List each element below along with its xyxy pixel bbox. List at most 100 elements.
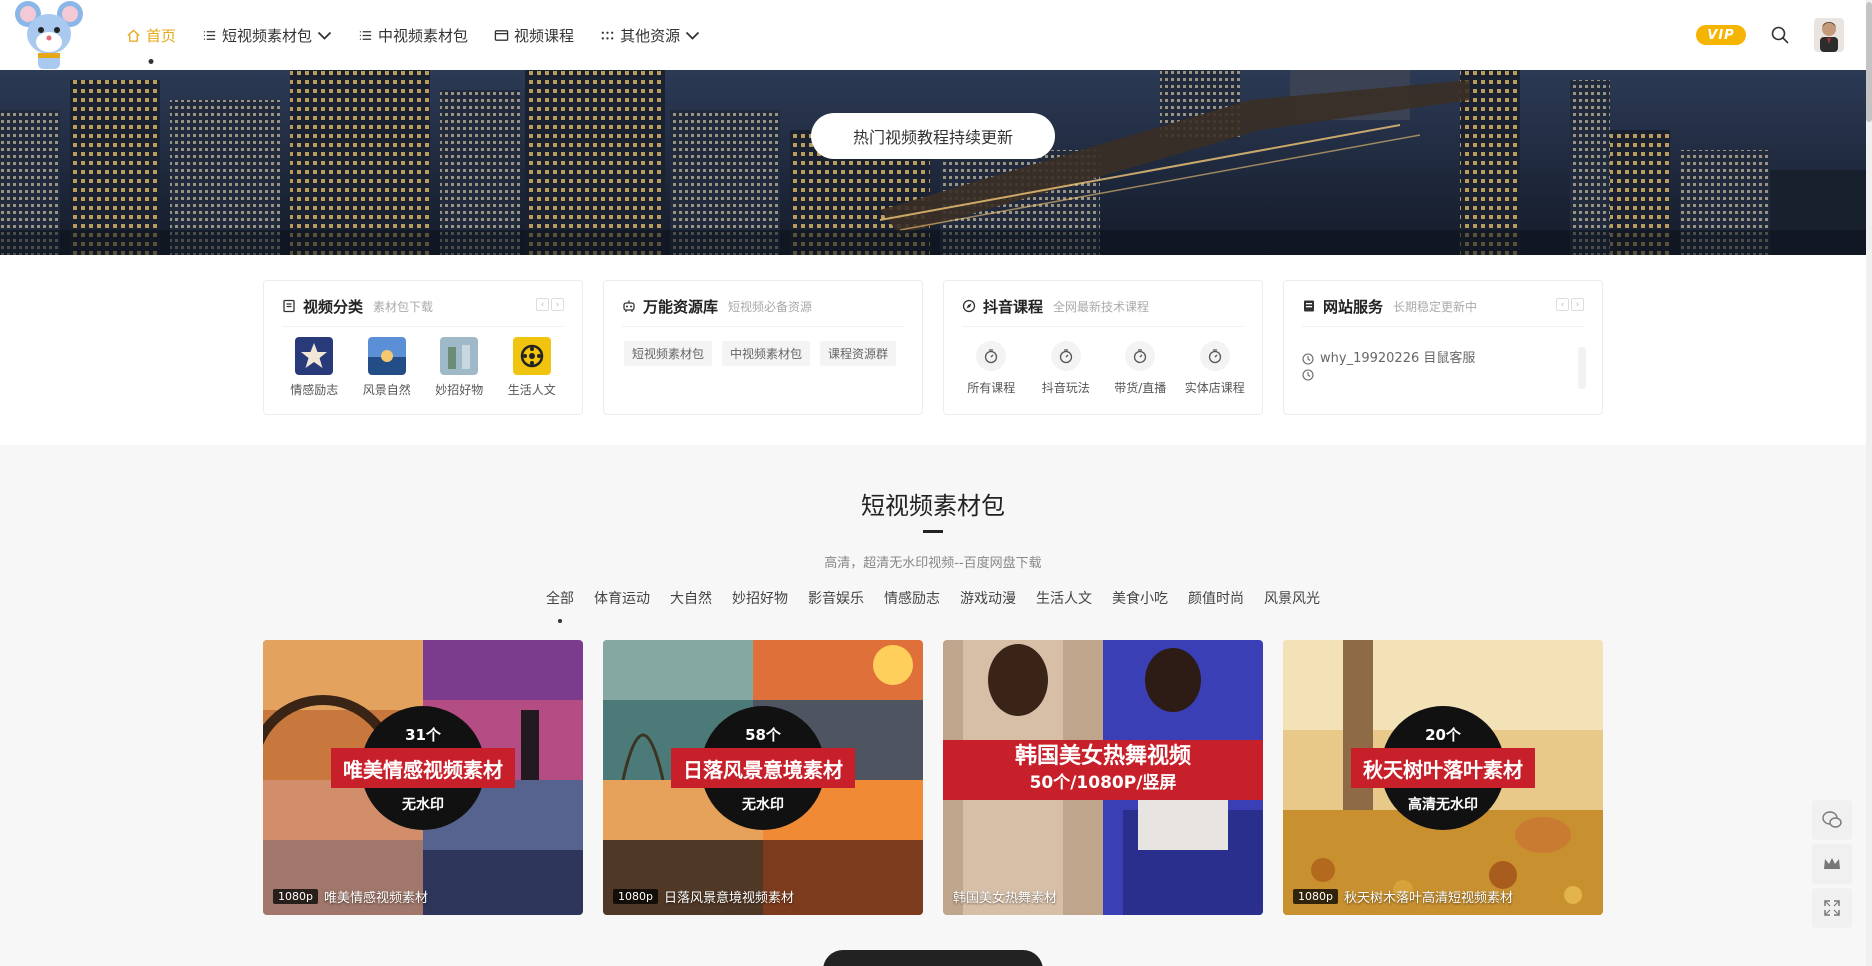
material-card[interactable]: 31个 无水印 唯美情感视频素材 1080p 唯美情感视频素材 bbox=[263, 640, 583, 915]
course-live-sales[interactable]: 带货/直播 bbox=[1105, 341, 1175, 396]
material-card[interactable]: 20个 高清无水印 秋天树叶落叶素材 1080p 秋天树木落叶高清短视频素材 bbox=[1283, 640, 1603, 915]
promo-count: 58个 bbox=[745, 726, 781, 744]
nav-home-label: 首页 bbox=[146, 26, 177, 45]
mouse-logo[interactable] bbox=[12, 0, 90, 72]
nav-home[interactable]: 首页 bbox=[126, 25, 176, 46]
resolution-badge: 1080p bbox=[273, 889, 318, 904]
material-title: 日落风景意境视频素材 bbox=[663, 891, 794, 906]
promo-tagline: 高清无水印 bbox=[1408, 797, 1478, 813]
video-category-card: 视频分类 素材包下载 ‹ › 情感励志 风景自然 妙招好物 生活人文 bbox=[263, 280, 583, 415]
category-life[interactable]: 生活人文 bbox=[500, 337, 564, 398]
category-nature[interactable]: 风景自然 bbox=[355, 337, 419, 398]
section-subtitle: 高清，超清无水印视频--百度网盘下载 bbox=[824, 556, 1042, 571]
category-gadgets[interactable]: 妙招好物 bbox=[427, 337, 491, 398]
nav-mid-video-label: 中视频素材包 bbox=[378, 26, 469, 45]
window-icon bbox=[494, 29, 509, 41]
lake-thumb bbox=[367, 337, 406, 375]
vip-crown-button[interactable] bbox=[1812, 844, 1852, 884]
home-icon bbox=[127, 28, 140, 42]
search-icon[interactable] bbox=[1770, 25, 1790, 45]
file-icon bbox=[1304, 300, 1314, 312]
course-label: 带货/直播 bbox=[1114, 381, 1167, 395]
nav-courses[interactable]: 视频课程 bbox=[494, 25, 574, 46]
material-card[interactable]: 韩国美女热舞视频 50个/1080P/竖屏 韩国美女热舞素材 bbox=[943, 640, 1263, 915]
timer-icon bbox=[1050, 341, 1081, 371]
promo-headline: 唯美情感视频素材 bbox=[331, 748, 515, 788]
promo-headline: 日落风景意境素材 bbox=[671, 748, 855, 788]
card-pager: ‹ › bbox=[1556, 298, 1584, 311]
scrollbar-thumb[interactable] bbox=[1866, 2, 1872, 122]
card-pager: ‹ › bbox=[536, 298, 564, 311]
material-title: 秋天树木落叶高清短视频素材 bbox=[1343, 891, 1513, 906]
chevron-right-icon[interactable]: › bbox=[551, 298, 564, 311]
filter-emotion[interactable]: 情感励志 bbox=[884, 588, 940, 608]
course-label: 抖音玩法 bbox=[1041, 381, 1090, 395]
timer-icon bbox=[1199, 341, 1230, 371]
clock-icon bbox=[1302, 369, 1314, 381]
promo-headline: 秋天树叶落叶素材 bbox=[1351, 748, 1535, 788]
list-icon bbox=[203, 30, 216, 40]
filter-nature[interactable]: 大自然 bbox=[670, 588, 712, 608]
promo-count: 20个 bbox=[1425, 726, 1461, 744]
list-icon bbox=[359, 30, 372, 40]
filter-entertainment[interactable]: 影音娱乐 bbox=[808, 588, 864, 608]
nav-short-video-label: 短视频素材包 bbox=[222, 26, 313, 45]
course-label: 实体店课程 bbox=[1184, 381, 1245, 395]
tag-course-group[interactable]: 课程资源群 bbox=[820, 341, 897, 366]
avatar[interactable] bbox=[1814, 18, 1844, 52]
hot-tutorials-button[interactable]: 热门视频教程持续更新 bbox=[811, 113, 1055, 159]
wechat-icon bbox=[1822, 811, 1842, 828]
category-emotion[interactable]: 情感励志 bbox=[282, 337, 346, 398]
vip-badge[interactable]: VIP bbox=[1696, 25, 1746, 45]
chevron-left-icon[interactable]: ‹ bbox=[536, 298, 549, 311]
fullscreen-button[interactable] bbox=[1812, 888, 1852, 928]
promo-tagline: 无水印 bbox=[742, 797, 784, 813]
material-card[interactable]: 58个 无水印 日落风景意境素材 1080p 日落风景意境视频素材 bbox=[603, 640, 923, 915]
filter-life[interactable]: 生活人文 bbox=[1036, 588, 1092, 608]
nav-other-label: 其他资源 bbox=[620, 26, 681, 45]
service-list: why_19920226 目鼠客服 bbox=[1302, 349, 1475, 381]
tag-short-video[interactable]: 短视频素材包 bbox=[624, 341, 713, 366]
course-all[interactable]: 所有课程 bbox=[956, 341, 1026, 396]
category-label: 生活人文 bbox=[507, 383, 556, 397]
filter-food[interactable]: 美食小吃 bbox=[1112, 588, 1168, 608]
filter-games-anime[interactable]: 游戏动漫 bbox=[960, 588, 1016, 608]
city-skyline-image bbox=[0, 70, 1866, 255]
tag-mid-video[interactable]: 中视频素材包 bbox=[722, 341, 811, 366]
card-title: 抖音课程 bbox=[983, 297, 1044, 316]
compass-icon bbox=[962, 299, 976, 313]
robot-icon bbox=[623, 300, 635, 312]
filter-fashion[interactable]: 颜值时尚 bbox=[1188, 588, 1244, 608]
promo-headline: 韩国美女热舞视频 bbox=[1014, 744, 1191, 769]
nav-short-video[interactable]: 短视频素材包 bbox=[202, 25, 332, 46]
promo-tagline: 50个/1080P/竖屏 bbox=[1029, 773, 1177, 793]
filter-gadgets[interactable]: 妙招好物 bbox=[732, 588, 788, 608]
filter-sports[interactable]: 体育运动 bbox=[594, 588, 650, 608]
feature-cards: 视频分类 素材包下载 ‹ › 情感励志 风景自然 妙招好物 生活人文 万能资源库… bbox=[0, 255, 1866, 445]
filter-all[interactable]: 全部 bbox=[546, 588, 574, 608]
nav-mid-video[interactable]: 中视频素材包 bbox=[358, 25, 468, 46]
service-scrollbar[interactable] bbox=[1578, 347, 1586, 389]
course-douyin-play[interactable]: 抖音玩法 bbox=[1031, 341, 1101, 396]
filter-scenery[interactable]: 风景风光 bbox=[1264, 588, 1320, 608]
wechat-button[interactable] bbox=[1812, 800, 1852, 840]
chevron-left-icon[interactable]: ‹ bbox=[1556, 298, 1569, 311]
page-scrollbar[interactable] bbox=[1866, 0, 1872, 966]
category-filters: 全部 体育运动 大自然 妙招好物 影音娱乐 情感励志 游戏动漫 生活人文 美食小… bbox=[0, 588, 1866, 608]
card-title: 视频分类 bbox=[303, 297, 364, 316]
material-title: 唯美情感视频素材 bbox=[323, 891, 428, 906]
chevron-down-icon bbox=[317, 31, 332, 40]
film-reel-thumb bbox=[512, 337, 551, 375]
card-subtitle: 全网最新技术课程 bbox=[1053, 299, 1150, 314]
nav-other[interactable]: 其他资源 bbox=[600, 25, 700, 46]
douyin-course-card: 抖音课程 全网最新技术课程 所有课程 抖音玩法 带货/直播 实体店课程 bbox=[943, 280, 1263, 415]
chevron-right-icon[interactable]: › bbox=[1571, 298, 1584, 311]
course-label: 所有课程 bbox=[967, 381, 1016, 395]
load-more-button[interactable] bbox=[823, 950, 1043, 966]
promo-count: 31个 bbox=[405, 726, 441, 744]
course-physical-store[interactable]: 实体店课程 bbox=[1180, 341, 1250, 396]
fullscreen-icon bbox=[1824, 900, 1840, 916]
material-grid: 31个 无水印 唯美情感视频素材 1080p 唯美情感视频素材 58个 无水印 … bbox=[263, 640, 1603, 915]
site-header: 首页 短视频素材包 中视频素材包 视频课程 其他资源 VIP bbox=[0, 0, 1866, 70]
document-icon bbox=[283, 299, 295, 313]
